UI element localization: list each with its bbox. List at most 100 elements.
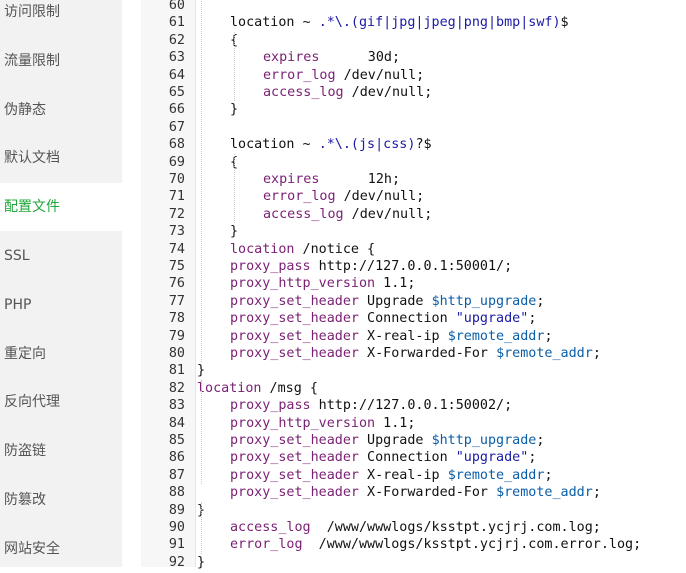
code-token: X-real-ip: [359, 467, 448, 483]
code-token: /www/wwwlogs/ksstpt.ycjrj.com.error.log;: [302, 537, 642, 553]
code-line: 68 location ~ .*\.(js|css)?$: [141, 136, 686, 153]
code-token: location: [197, 380, 262, 396]
code-text: expires 12h;: [263, 171, 400, 188]
line-number: 78: [168, 311, 185, 327]
code-token: access_log: [263, 206, 344, 222]
code-token: http://127.0.0.1:50001/;: [310, 259, 513, 274]
sidebar-item-2[interactable]: 伪静态: [0, 86, 122, 134]
code-token: proxy_set_header: [230, 293, 359, 309]
code-token: .*\.(gif|jpg|jpeg|png|bmp|swf): [318, 15, 561, 31]
code-token: X-Forwarded-For: [359, 485, 497, 501]
code-token: location ~: [230, 15, 319, 31]
code-line: 84 proxy_http_version 1.1;: [141, 415, 686, 432]
code-token: error_log: [263, 189, 336, 205]
code-token: proxy_set_header: [230, 467, 359, 483]
code-token: proxy_set_header: [230, 450, 359, 466]
sidebar-item-7[interactable]: 重定向: [0, 330, 122, 378]
indent-guide: [201, 379, 202, 485]
code-line: 62{: [141, 32, 686, 49]
code-line: 88 proxy_set_header X-Forwarded-For $remo…: [141, 484, 686, 501]
sidebar-item-6[interactable]: PHP: [0, 281, 122, 329]
code-line: 91 error_log /www/wwwlogs/ksstpt.ycjrj.co…: [141, 536, 686, 553]
line-number: 84: [168, 415, 185, 431]
line-number: 63: [168, 50, 185, 66]
code-token: proxy_set_header: [230, 346, 359, 361]
code-text: error_log /dev/null;: [263, 188, 424, 205]
code-token: "upgrade": [455, 311, 529, 327]
code-token: $remote_addr: [447, 328, 545, 344]
code-token: ;: [536, 433, 545, 448]
code-line: 69{: [141, 154, 686, 171]
line-number: 68: [168, 137, 185, 153]
code-token: /dev/null;: [343, 206, 433, 222]
code-line: 67: [141, 119, 686, 136]
code-text: }: [197, 554, 205, 571]
code-token: $http_upgrade: [431, 293, 537, 309]
code-token: /www/wwwlogs/ksstpt.ycjrj.com.log;: [310, 520, 601, 535]
line-number: 71: [168, 189, 185, 205]
code-token: ;: [528, 450, 537, 466]
code-text: }: [230, 223, 238, 240]
code-token: Connection: [359, 450, 456, 466]
code-line: 64 error_log /dev/null;: [141, 67, 686, 84]
code-token: ;: [544, 467, 553, 483]
code-token: proxy_http_version: [230, 276, 376, 292]
line-number: 91: [168, 537, 185, 553]
code-text: access_log /dev/null;: [263, 206, 432, 223]
indent-guide: [201, 0, 202, 363]
code-line: 83 proxy_pass http://127.0.0.1:50002/;: [141, 397, 686, 414]
code-line: 90 access_log /www/wwwlogs/ksstpt.ycjrj.c…: [141, 519, 686, 536]
code-token: $http_upgrade: [431, 433, 537, 448]
code-line: 89}: [141, 502, 686, 519]
code-text: }: [230, 101, 238, 118]
code-line: 86 proxy_set_header Connection "upgrade";: [141, 449, 686, 466]
config-file-editor[interactable]: 60 61 location ~ .*\.(gif|jpg|jpeg|png|bmp…: [141, 0, 686, 570]
line-number: 82: [168, 380, 185, 396]
sidebar-item-10[interactable]: 防篡改: [0, 476, 122, 524]
indent-guide: [234, 31, 235, 102]
code-text: access_log /www/wwwlogs/ksstpt.ycjrj.com…: [230, 519, 601, 536]
line-number: 74: [168, 241, 185, 257]
line-number: 75: [168, 259, 185, 274]
code-text: proxy_set_header Connection "upgrade";: [230, 449, 536, 466]
sidebar-item-4[interactable]: 配置文件: [0, 183, 122, 232]
code-text: proxy_set_header Upgrade $http_upgrade;: [230, 432, 544, 449]
sidebar-item-9[interactable]: 防盗链: [0, 427, 122, 475]
code-line: 92}: [141, 554, 686, 571]
code-line: 80 proxy_set_header X-Forwarded-For $remo…: [141, 345, 686, 362]
code-line: 76 proxy_http_version 1.1;: [141, 275, 686, 292]
code-token: ;: [592, 485, 601, 501]
line-number: 72: [168, 206, 185, 222]
line-number: 64: [168, 67, 185, 83]
line-number: 70: [168, 172, 185, 187]
code-token: Upgrade: [359, 293, 432, 309]
sidebar-item-1[interactable]: 流量限制: [0, 37, 122, 85]
settings-sidebar: 访问限制 流量限制 伪静态 默认文档 配置文件 SSL PHP 重定向 反向代理 防盗链 防篡改 网站…: [0, 0, 122, 567]
sidebar-item-11[interactable]: 网站安全: [0, 525, 122, 573]
sidebar-item-3[interactable]: 默认文档: [0, 134, 122, 182]
code-line: 81}: [141, 362, 686, 379]
sidebar-item-5[interactable]: SSL: [0, 232, 122, 280]
code-token: location: [230, 241, 295, 257]
code-line: 79 proxy_set_header X-real-ip $remote_add…: [141, 328, 686, 345]
code-line: 78 proxy_set_header Connection "upgrade";: [141, 310, 686, 327]
code-token: /notice {: [294, 241, 376, 257]
code-token: $remote_addr: [447, 467, 545, 483]
code-token: X-real-ip: [359, 328, 448, 344]
code-token: proxy_http_version: [230, 415, 376, 431]
code-token: proxy_set_header: [230, 311, 359, 327]
line-number: 80: [168, 346, 185, 361]
line-number: 69: [168, 154, 185, 170]
code-token: access_log: [230, 520, 311, 535]
line-number: 90: [168, 520, 185, 535]
code-text: proxy_set_header X-Forwarded-For $remote…: [230, 345, 601, 362]
code-token: /dev/null;: [335, 67, 425, 83]
code-text: proxy_set_header X-real-ip $remote_addr;: [230, 328, 553, 345]
sidebar-item-0[interactable]: 访问限制: [0, 0, 122, 36]
code-text: proxy_set_header X-Forwarded-For $remote…: [230, 484, 601, 501]
code-text: location ~ .*\.(js|css)?$: [230, 136, 432, 153]
code-line: 85 proxy_set_header Upgrade $http_upgrade…: [141, 432, 686, 449]
sidebar-item-8[interactable]: 反向代理: [0, 378, 122, 426]
code-token: proxy_set_header: [230, 328, 359, 344]
code-token: /dev/null;: [343, 85, 433, 100]
